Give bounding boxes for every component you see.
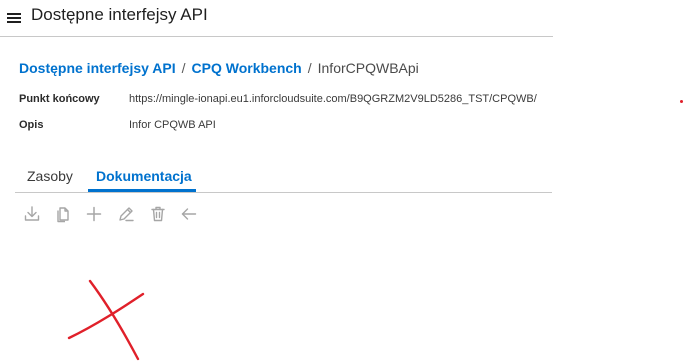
top-header: Dostępne interfejsy API xyxy=(0,0,553,37)
add-icon[interactable] xyxy=(84,204,104,224)
delete-icon[interactable] xyxy=(148,204,168,224)
description-label: Opis xyxy=(19,119,44,131)
page: Dostępne interfejsy API Dostępne interfe… xyxy=(0,0,686,363)
breadcrumb-current: InforCPQWBApi xyxy=(317,60,419,76)
breadcrumb: Dostępne interfejsy API / CPQ Workbench / In… xyxy=(19,60,419,76)
description-value: Infor CPQWB API xyxy=(129,119,216,131)
breadcrumb-link-available-apis[interactable]: Dostępne interfejsy API xyxy=(19,60,176,76)
back-arrow-icon[interactable] xyxy=(179,204,199,224)
breadcrumb-separator: / xyxy=(307,60,312,76)
breadcrumb-link-cpq-workbench[interactable]: CPQ Workbench xyxy=(192,60,302,76)
tab-resources[interactable]: Zasoby xyxy=(27,168,73,184)
download-icon[interactable] xyxy=(22,204,42,224)
tab-bar: Zasoby Dokumentacja xyxy=(15,160,552,193)
tab-documentation[interactable]: Dokumentacja xyxy=(96,168,192,184)
annotation-dot xyxy=(680,100,683,103)
copy-icon[interactable] xyxy=(53,204,73,224)
page-title: Dostępne interfejsy API xyxy=(31,5,208,24)
endpoint-label: Punkt końcowy xyxy=(19,93,100,105)
hamburger-menu-icon[interactable] xyxy=(7,12,21,24)
endpoint-value: https://mingle-ionapi.eu1.inforcloudsuit… xyxy=(129,93,537,105)
annotation-cross-mark xyxy=(67,279,145,361)
active-tab-indicator xyxy=(88,189,196,192)
breadcrumb-separator: / xyxy=(181,60,186,76)
edit-icon[interactable] xyxy=(116,204,136,224)
